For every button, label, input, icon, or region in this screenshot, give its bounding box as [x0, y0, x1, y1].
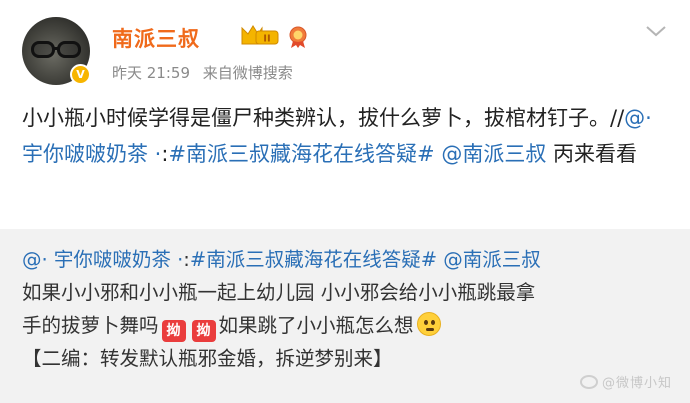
glasses-lens-left [31, 41, 55, 58]
post-text-tail: 丙来看看 [546, 142, 638, 166]
post-time: 昨天 21:59 [112, 64, 190, 82]
ao-emoji-icon: 拗 [191, 320, 216, 342]
glasses-lens-right [57, 41, 81, 58]
post-header: V 南派三叔 II 昨天 21:59 来自微博搜索 [22, 17, 668, 87]
weibo-post: V 南派三叔 II 昨天 21:59 来自微博搜索 小小瓶小时候学得是僵尸种类辨… [0, 0, 690, 403]
chevron-down-icon[interactable] [644, 21, 668, 41]
crown-level-icon[interactable]: II [240, 24, 280, 48]
repost-hashtag-link[interactable]: #南派三叔藏海花在线答疑# [190, 248, 437, 271]
repost-mention-link[interactable]: @· 宇你啵啵奶茶 · [22, 248, 183, 271]
separator: : [183, 248, 190, 271]
watermark-text: @微博小知 [601, 376, 672, 391]
repost-block[interactable]: @· 宇你啵啵奶茶 ·:#南派三叔藏海花在线答疑# @南派三叔 如果小小邪和小小… [0, 229, 690, 403]
post-text: 小小瓶小时候学得是僵尸种类辨认，拔什么萝卜，拔棺材钉子。// [22, 106, 625, 130]
watermark: @微博小知 [579, 372, 672, 391]
repost-line: 如果小小邪和小小瓶一起上幼儿园 小小邪会给小小瓶跳最拿 [22, 281, 536, 304]
ao-emoji-icon: 拗 [161, 320, 186, 342]
repost-edit-note: 【二编：转发默认瓶邪金婚，拆逆梦别来】 [22, 347, 393, 370]
mention-link-author[interactable]: @南派三叔 [441, 142, 546, 166]
hashtag-link[interactable]: #南派三叔藏海花在线答疑# [168, 142, 434, 166]
medal-icon[interactable] [288, 25, 308, 49]
level-badge-text: II [263, 34, 270, 45]
repost-line-start: 手的拔萝卜舞吗 [22, 314, 159, 337]
user-name[interactable]: 南派三叔 [112, 23, 200, 53]
repost-line-end: 如果跳了小小瓶怎么想 [218, 314, 414, 337]
post-source[interactable]: 来自微博搜索 [203, 64, 293, 82]
post-content: 小小瓶小时候学得是僵尸种类辨认，拔什么萝卜，拔棺材钉子。//@· 宇你啵啵奶茶 … [22, 100, 662, 172]
weibo-logo-icon [579, 375, 598, 389]
thinking-face-icon [416, 312, 441, 336]
post-meta: 昨天 21:59 来自微博搜索 [112, 62, 301, 83]
repost-text: @· 宇你啵啵奶茶 ·:#南派三叔藏海花在线答疑# @南派三叔 如果小小邪和小小… [22, 243, 672, 375]
verified-icon: V [70, 64, 91, 85]
repost-mention-author[interactable]: @南派三叔 [443, 248, 541, 271]
